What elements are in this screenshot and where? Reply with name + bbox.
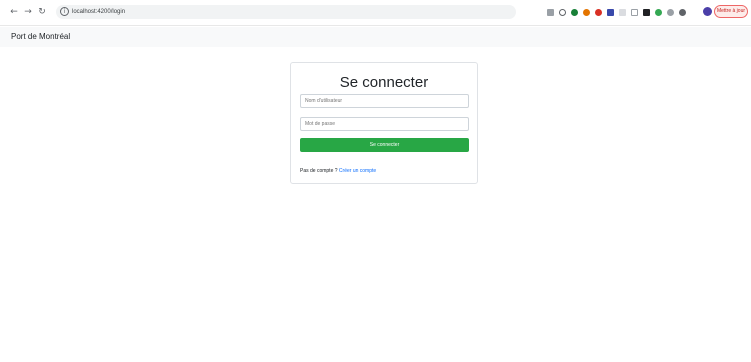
translate-icon[interactable] (547, 8, 554, 16)
update-button[interactable]: Mettre à jour (714, 5, 748, 18)
signup-prompt: Pas de compte ? Créer un compte (300, 167, 376, 175)
extension-icon[interactable] (607, 8, 614, 16)
extension-icon[interactable] (619, 8, 626, 16)
address-bar-url[interactable]: localhost:4200/login (72, 7, 125, 17)
forward-icon[interactable]: → (22, 6, 34, 18)
no-account-text: Pas de compte ? (300, 168, 338, 174)
profile-avatar-icon[interactable] (703, 7, 712, 16)
extension-icon[interactable] (655, 8, 662, 16)
password-input[interactable] (300, 117, 469, 131)
extension-icon[interactable] (643, 8, 650, 16)
login-button[interactable]: Se connecter (300, 138, 469, 152)
login-card: Se connecter Se connecter Pas de compte … (290, 62, 478, 184)
username-input[interactable] (300, 94, 469, 108)
app-navbar: Port de Montréal (0, 27, 751, 47)
extension-icon[interactable] (571, 8, 578, 16)
navbar-brand[interactable]: Port de Montréal (11, 31, 70, 43)
extension-icon[interactable] (667, 8, 674, 16)
address-bar[interactable]: i localhost:4200/login (56, 5, 516, 19)
create-account-link[interactable]: Créer un compte (339, 168, 376, 174)
back-icon[interactable]: ← (8, 6, 20, 18)
reload-icon[interactable]: ↻ (36, 6, 48, 18)
bookmark-star-icon[interactable] (559, 8, 566, 16)
site-info-icon[interactable]: i (60, 7, 69, 16)
extension-icons (547, 7, 686, 17)
extension-icon[interactable] (583, 8, 590, 16)
extension-icon[interactable] (631, 8, 638, 16)
extensions-puzzle-icon[interactable] (679, 8, 686, 16)
login-title: Se connecter (339, 74, 429, 91)
browser-toolbar: ← → ↻ i localhost:4200/login Mettre à jo… (0, 0, 751, 26)
extension-icon[interactable] (595, 8, 602, 16)
